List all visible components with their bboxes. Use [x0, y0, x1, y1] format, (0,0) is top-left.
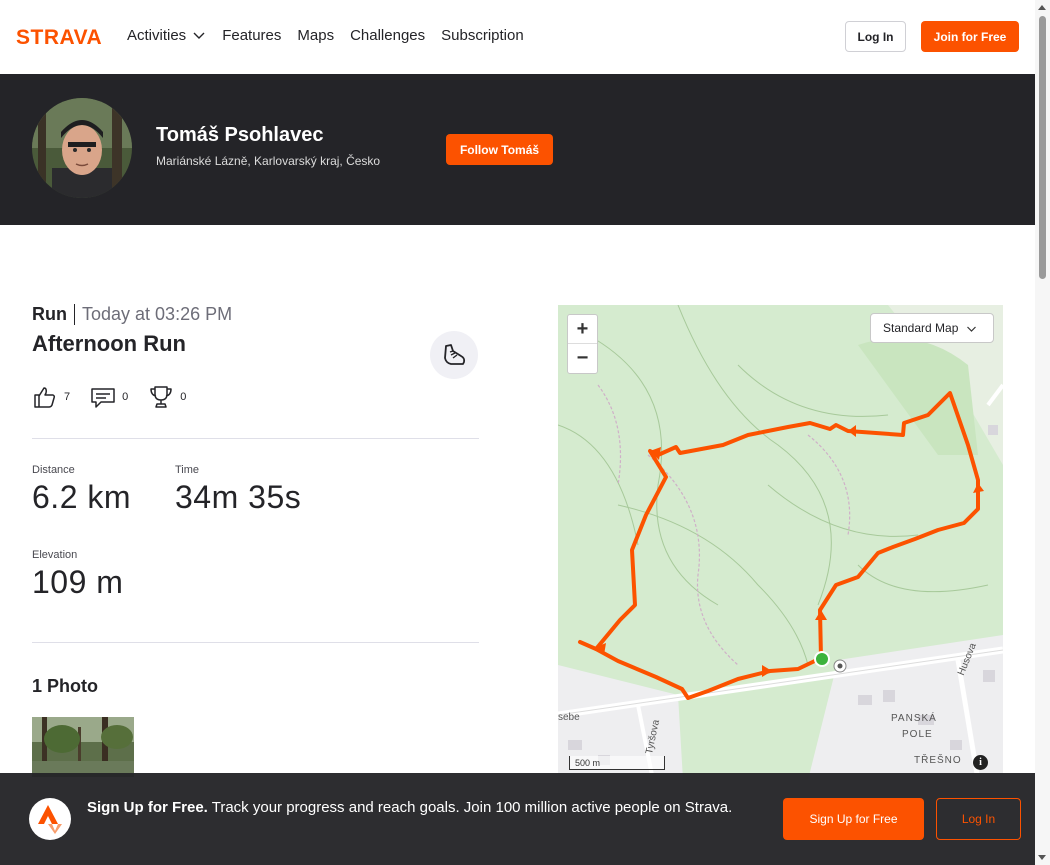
- map-label-sebe: sebe: [558, 712, 580, 723]
- forest-photo: [32, 717, 134, 777]
- stat-time-value: 34m 35s: [175, 479, 302, 515]
- stat-distance: Distance 6.2 km: [32, 464, 131, 516]
- achievements[interactable]: 0: [148, 384, 186, 410]
- scrollbar[interactable]: [1035, 0, 1050, 865]
- trophy-icon: [150, 386, 172, 408]
- zoom-controls: + −: [567, 314, 598, 374]
- nav-challenges[interactable]: Challenges: [350, 24, 425, 46]
- activity-meta: Run Today at 03:26 PM: [32, 302, 232, 326]
- nav-features[interactable]: Features: [222, 24, 281, 46]
- banner-signup-button[interactable]: Sign Up for Free: [783, 798, 924, 840]
- page: STRAVA Activities Features Maps Challeng…: [0, 0, 1050, 865]
- achievements-count: 0: [180, 391, 187, 403]
- nav-links: Activities Features Maps Challenges Subs…: [127, 24, 524, 46]
- chevron-down-icon: [967, 326, 977, 332]
- comments-count: 0: [122, 391, 129, 403]
- stat-elevation: Elevation 109 m: [32, 549, 123, 601]
- login-button[interactable]: Log In: [845, 21, 906, 52]
- divider: [32, 438, 479, 439]
- follow-button[interactable]: Follow Tomáš: [446, 134, 553, 165]
- athlete-name[interactable]: Tomáš Psohlavec: [156, 124, 323, 147]
- route-map[interactable]: + − Standard Map PANSKÁ POLE TŘEŠNO Huso…: [558, 305, 1003, 780]
- athlete-header: Tomáš Psohlavec Mariánské Lázně, Karlova…: [0, 74, 1035, 225]
- photo-thumbnail[interactable]: [32, 717, 134, 777]
- nav-activities-label: Activities: [127, 26, 187, 44]
- map-type-label: Standard Map: [883, 321, 959, 335]
- signup-banner: Sign Up for Free. Track your progress an…: [0, 773, 1035, 865]
- comment-icon: [91, 388, 115, 408]
- stat-time: Time 34m 35s: [175, 464, 301, 516]
- athlete-location: Mariánské Lázně, Karlovarský kraj, Česko: [156, 154, 381, 168]
- map-canvas: [558, 305, 1003, 780]
- social-counts: 7 0 0: [32, 384, 186, 410]
- nav-maps[interactable]: Maps: [297, 24, 334, 46]
- thumbs-up-icon: [34, 387, 56, 408]
- map-scale: 500 m: [569, 756, 665, 770]
- nav-activities[interactable]: Activities: [127, 24, 206, 46]
- activity-type: Run: [32, 303, 75, 325]
- kudos[interactable]: 7: [32, 384, 70, 410]
- stat-elevation-label: Elevation: [32, 549, 78, 561]
- map-label-tresno: TŘEŠNO: [914, 755, 962, 766]
- scroll-down-arrow[interactable]: [1038, 855, 1046, 860]
- banner-login-button[interactable]: Log In: [936, 798, 1021, 840]
- sport-badge: [430, 331, 478, 379]
- divider: [32, 642, 479, 643]
- chevron-down-icon: [193, 32, 205, 39]
- strava-app-icon: [29, 798, 71, 840]
- running-shoe-icon: [444, 344, 466, 365]
- comments[interactable]: 0: [90, 384, 128, 410]
- strava-chevron-icon: [38, 805, 62, 834]
- map-type-select[interactable]: Standard Map: [870, 313, 994, 343]
- zoom-in-button[interactable]: +: [568, 315, 597, 344]
- zoom-out-button[interactable]: −: [568, 344, 597, 373]
- kudos-count: 7: [64, 391, 71, 403]
- stat-distance-label: Distance: [32, 464, 75, 476]
- activity-title: Afternoon Run: [32, 331, 186, 356]
- avatar[interactable]: [32, 98, 132, 198]
- banner-text-body: Track your progress and reach goals. Joi…: [207, 799, 733, 816]
- nav-subscription[interactable]: Subscription: [441, 24, 524, 46]
- stat-time-label: Time: [175, 464, 200, 476]
- stat-distance-value: 6.2 km: [32, 479, 132, 515]
- activity-time: Today at 03:26 PM: [82, 303, 233, 324]
- stat-elevation-value: 109 m: [32, 564, 124, 600]
- banner-text-bold: Sign Up for Free.: [87, 799, 208, 816]
- avatar-photo: [32, 98, 132, 198]
- top-nav: STRAVA Activities Features Maps Challeng…: [0, 0, 1035, 74]
- map-label-pole: POLE: [902, 729, 933, 740]
- scroll-thumb[interactable]: [1039, 16, 1046, 279]
- scroll-up-arrow[interactable]: [1038, 5, 1046, 10]
- banner-text: Sign Up for Free. Track your progress an…: [87, 797, 757, 819]
- strava-logo[interactable]: STRAVA: [16, 27, 112, 45]
- photos-title: 1 Photo: [32, 676, 98, 696]
- map-label-panska: PANSKÁ: [891, 713, 937, 724]
- svg-text:STRAVA: STRAVA: [16, 27, 102, 45]
- map-info-icon[interactable]: i: [973, 755, 988, 770]
- join-button[interactable]: Join for Free: [921, 21, 1019, 52]
